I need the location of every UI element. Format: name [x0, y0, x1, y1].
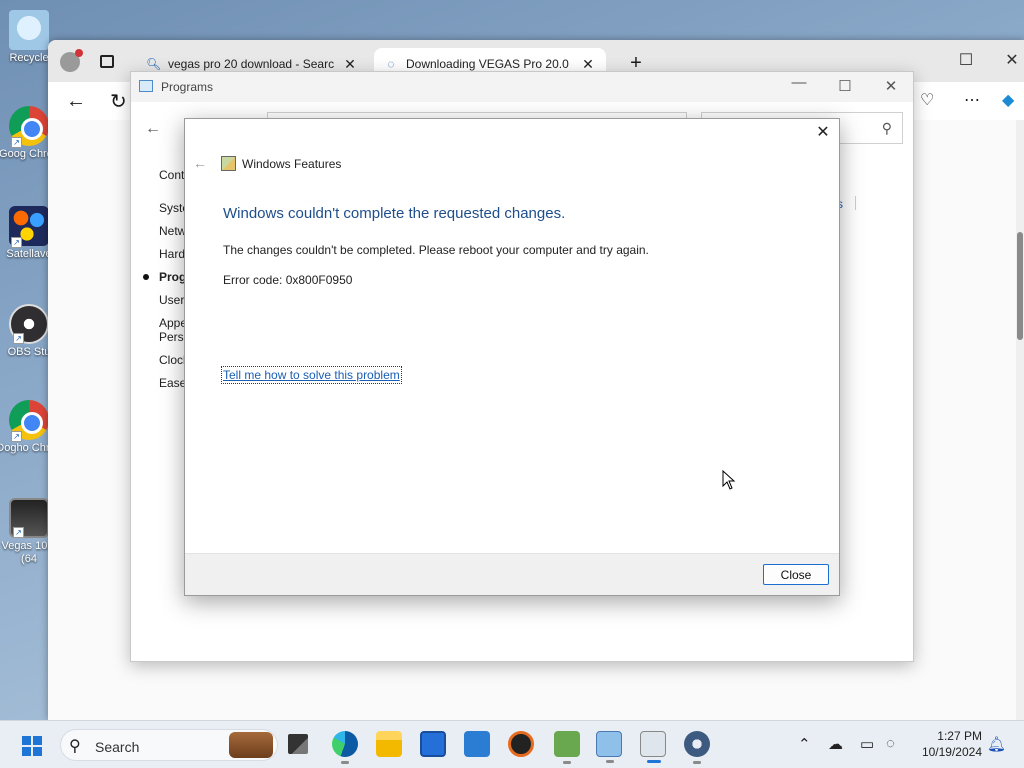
clock[interactable]: 1:27 PM 10/19/2024	[922, 728, 982, 760]
close-icon[interactable]: ✕	[815, 125, 831, 141]
search-icon: ⚲	[69, 738, 81, 755]
back-arrow-icon: ←	[193, 155, 207, 171]
windows-features-icon	[221, 156, 236, 171]
notification-bell-icon[interactable]: 🔔︎	[987, 735, 1006, 753]
windows-features-dialog: ✕ ← Windows Features Windows couldn't co…	[184, 118, 840, 596]
error-message: The changes couldn't be completed. Pleas…	[223, 243, 649, 257]
maximize-icon[interactable]: ☐	[833, 77, 857, 95]
control-panel-titlebar: Programs — ☐ ✕	[131, 72, 913, 102]
edge-icon[interactable]	[332, 731, 358, 764]
browser-essentials-icon[interactable]: ♡	[920, 90, 934, 110]
scrollbar[interactable]	[1016, 120, 1024, 720]
back-arrow-icon[interactable]: ←	[66, 90, 86, 113]
settings-gear-icon[interactable]	[684, 731, 710, 764]
divider	[855, 196, 856, 210]
error-code: Error code: 0x800F0950	[223, 273, 353, 287]
scrollbar-thumb[interactable]	[1017, 232, 1023, 340]
onedrive-icon[interactable]: ☁	[828, 735, 843, 753]
network-tool-icon[interactable]	[554, 731, 580, 764]
help-link[interactable]: Tell me how to solve this problem	[221, 366, 402, 384]
taskbar-search[interactable]: ⚲ Search	[60, 729, 278, 761]
windows-start-icon[interactable]	[22, 736, 42, 756]
nav-item[interactable]: Appe Perso	[141, 316, 190, 344]
dialog-footer: Close	[185, 553, 839, 595]
file-explorer-icon[interactable]	[376, 731, 402, 757]
control-panel-icon	[139, 80, 153, 92]
window-title: Programs	[161, 80, 214, 94]
tab-title: vegas pro 20 download - Search	[168, 57, 334, 71]
taskbar: ⚲ Search ⌃ ☁ ▭ ◌ 1:27 PM 10/19/2024 🔔︎	[0, 720, 1024, 768]
vegas-icon: ↗	[9, 498, 49, 538]
task-view-icon[interactable]	[288, 734, 308, 754]
chrome-icon: ↗	[9, 106, 49, 148]
close-tab-icon[interactable]: ✕	[342, 56, 358, 73]
windows-features-icon[interactable]	[640, 731, 666, 763]
back-arrow-icon[interactable]: ←	[145, 120, 161, 138]
minimize-icon[interactable]: —	[787, 74, 811, 91]
close-window-icon[interactable]: ✕	[1002, 50, 1022, 70]
obs-icon: ↗	[9, 304, 49, 344]
close-window-icon[interactable]: ✕	[879, 77, 903, 95]
dialog-title: Windows Features	[242, 157, 342, 171]
search-highlight-image	[229, 732, 273, 758]
error-heading: Windows couldn't complete the requested …	[223, 205, 566, 222]
profile-avatar[interactable]	[60, 49, 83, 72]
clock-date: 10/19/2024	[921, 745, 982, 759]
network-icon[interactable]: ▭	[860, 735, 874, 753]
close-tab-icon[interactable]: ✕	[580, 56, 596, 73]
chevron-up-icon[interactable]: ⌃	[798, 735, 811, 753]
clock-time: 1:27 PM	[937, 729, 982, 743]
recycle-bin-icon	[9, 10, 49, 50]
loading-icon: ◌	[387, 57, 395, 71]
maximize-icon[interactable]: ☐	[956, 50, 976, 70]
search-icon: ⚲	[881, 120, 892, 136]
volume-icon[interactable]: ◌	[886, 735, 895, 752]
store-icon[interactable]	[420, 731, 446, 757]
close-button[interactable]: Close	[763, 564, 829, 585]
satellave-icon: ↗	[9, 206, 49, 248]
copilot-icon[interactable]: ◆	[1002, 90, 1014, 110]
more-options-icon[interactable]: ⋯	[964, 90, 980, 110]
search-icon: 🔍︎	[146, 57, 162, 71]
search-label: Search	[95, 739, 140, 755]
control-panel-icon[interactable]	[596, 731, 622, 763]
chrome-icon: ↗	[9, 400, 49, 442]
tab-actions-icon[interactable]	[100, 55, 114, 68]
mail-icon[interactable]	[464, 731, 490, 757]
refresh-icon[interactable]: ↻	[110, 89, 127, 114]
tab-title: Downloading VEGAS Pro 20.0 Bu	[406, 57, 572, 71]
media-player-icon[interactable]	[508, 731, 534, 757]
